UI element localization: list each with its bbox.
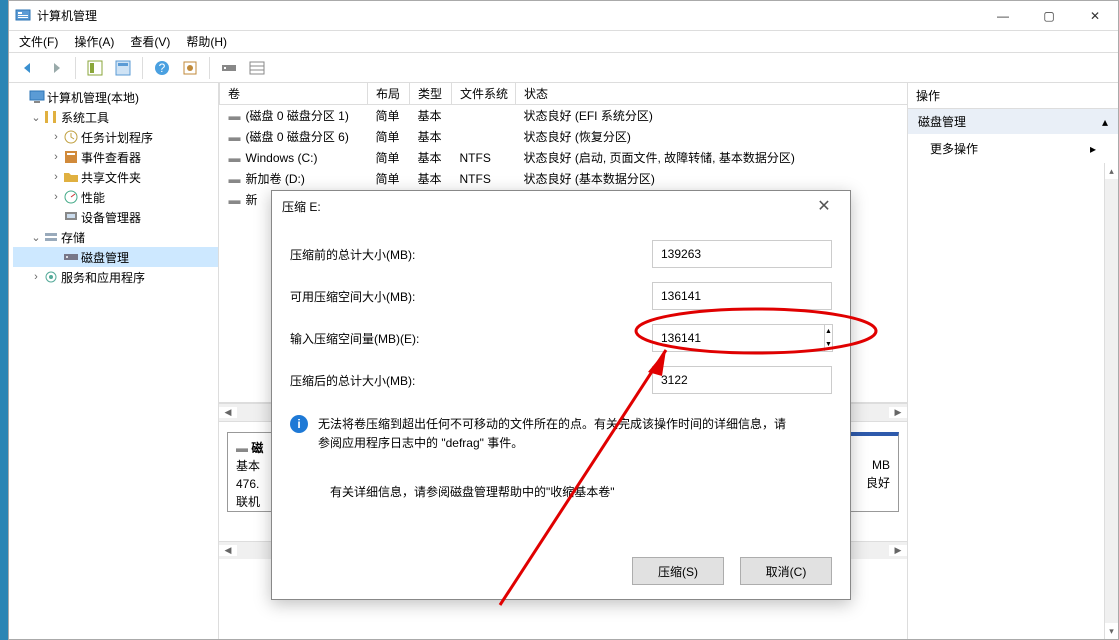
col-type[interactable]: 类型 [410,83,452,105]
volume-row[interactable]: ▬新加卷 (D:)简单基本NTFS状态良好 (基本数据分区)220.00 G [220,168,908,189]
before-size-label: 压缩前的总计大小(MB): [290,246,652,263]
tree-device-manager[interactable]: 设备管理器 [13,207,218,227]
device-icon [63,209,79,225]
shrink-button[interactable]: 压缩(S) [632,557,724,585]
tree-shared-folders[interactable]: › 共享文件夹 [13,167,218,187]
tree-system-tools[interactable]: ⌄ 系统工具 [13,107,218,127]
titlebar: 计算机管理 — ▢ ✕ [9,1,1118,31]
menu-view[interactable]: 查看(V) [130,33,170,50]
shrink-amount-label: 输入压缩空间量(MB)(E): [290,330,652,347]
tree-event-viewer[interactable]: › 事件查看器 [13,147,218,167]
toolbar: ? [9,53,1118,83]
tree-task-scheduler[interactable]: › 任务计划程序 [13,127,218,147]
tree-services[interactable]: › 服务和应用程序 [13,267,218,287]
desktop-strip [0,0,8,640]
cancel-button[interactable]: 取消(C) [740,557,832,585]
menu-action[interactable]: 操作(A) [74,33,114,50]
shrink-amount-input[interactable] [652,324,825,352]
tools-icon [43,109,59,125]
actions-scrollbar[interactable]: ▴▾ [1104,163,1118,639]
before-size-value: 139263 [652,240,832,268]
services-icon [43,269,59,285]
dialog-close-button[interactable]: ✕ [808,194,840,218]
tree-disk-management[interactable]: 磁盘管理 [13,247,218,267]
volume-row[interactable]: ▬(磁盘 0 磁盘分区 1)简单基本状态良好 (EFI 系统分区)260 MB [220,105,908,127]
info-text-2: 有关详细信息，请参阅磁盘管理帮助中的"收缩基本卷" [290,453,832,502]
volume-icon: ▬ [228,130,242,144]
nav-back-button[interactable] [17,57,39,79]
menu-help[interactable]: 帮助(H) [186,33,227,50]
spin-down-button[interactable]: ▼ [825,338,832,351]
col-volume[interactable]: 卷 [220,83,368,105]
toolbar-show-hide-tree-button[interactable] [84,57,106,79]
actions-title: 操作 [908,83,1118,109]
folder-icon [63,169,79,185]
volume-icon: ▬ [228,109,242,123]
minimize-button[interactable]: — [980,1,1026,31]
spin-up-button[interactable]: ▲ [825,325,832,338]
after-size-label: 压缩后的总计大小(MB): [290,372,652,389]
chevron-right-icon: ▸ [1090,142,1096,156]
computer-icon [29,89,45,105]
tree-performance[interactable]: › 性能 [13,187,218,207]
toolbar-disk-view-button[interactable] [218,57,240,79]
performance-icon [63,189,79,205]
shrink-dialog: 压缩 E: ✕ 压缩前的总计大小(MB): 139263 可用压缩空间大小(MB… [271,190,851,600]
volume-icon: ▬ [228,193,242,207]
toolbar-help-button[interactable]: ? [151,57,173,79]
toolbar-list-view-button[interactable] [246,57,268,79]
dialog-title: 压缩 E: [282,198,321,215]
event-icon [63,149,79,165]
col-status[interactable]: 状态 [516,83,908,105]
volume-icon: ▬ [228,172,242,186]
tree-root[interactable]: 计算机管理(本地) [13,87,218,107]
menubar: 文件(F) 操作(A) 查看(V) 帮助(H) [9,31,1118,53]
nav-forward-button[interactable] [45,57,67,79]
avail-size-label: 可用压缩空间大小(MB): [290,288,652,305]
storage-icon [43,229,59,245]
collapse-icon: ▴ [1102,115,1108,129]
actions-pane: 操作 磁盘管理 ▴ 更多操作 ▸ ▴▾ [908,83,1118,639]
tree-storage[interactable]: ⌄ 存储 [13,227,218,247]
avail-size-value: 136141 [652,282,832,310]
disk-icon [63,249,79,265]
col-fs[interactable]: 文件系统 [452,83,516,105]
info-text: 无法将卷压缩到超出任何不可移动的文件所在的点。有关完成该操作时间的详细信息，请 … [318,415,786,453]
app-icon [15,8,31,24]
clock-icon [63,129,79,145]
nav-tree: 计算机管理(本地) ⌄ 系统工具 › 任务计划程序 › 事件查看器 › 共享文件… [9,83,219,639]
volume-row[interactable]: ▬Windows (C:)简单基本NTFS状态良好 (启动, 页面文件, 故障转… [220,147,908,168]
volume-icon: ▬ [228,151,242,165]
actions-section[interactable]: 磁盘管理 ▴ [908,109,1118,134]
toolbar-properties-button[interactable] [112,57,134,79]
maximize-button[interactable]: ▢ [1026,1,1072,31]
window-title: 计算机管理 [37,7,97,24]
after-size-value: 3122 [652,366,832,394]
info-icon: i [290,415,308,433]
close-button[interactable]: ✕ [1072,1,1118,31]
col-layout[interactable]: 布局 [368,83,410,105]
svg-text:?: ? [159,61,166,75]
menu-file[interactable]: 文件(F) [19,33,58,50]
volume-row[interactable]: ▬(磁盘 0 磁盘分区 6)简单基本状态良好 (恢复分区)611 MB [220,126,908,147]
toolbar-settings-button[interactable] [179,57,201,79]
actions-more[interactable]: 更多操作 ▸ [908,134,1118,163]
